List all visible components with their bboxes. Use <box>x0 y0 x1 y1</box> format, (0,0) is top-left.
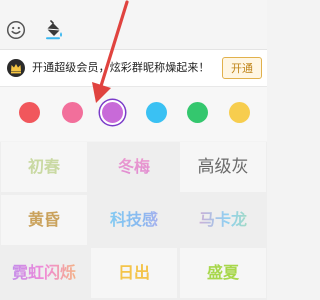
color-nickname-panel: 开通超级会员，炫彩群昵称燥起来！ 开通 初春 冬梅 高级灰 黄昏 科技感 马卡龙… <box>0 0 267 300</box>
emoji-icon[interactable] <box>6 20 26 40</box>
swatch-blue[interactable] <box>146 102 167 123</box>
swatch-pink[interactable] <box>62 102 83 123</box>
nickname-style-grid: 初春 冬梅 高级灰 黄昏 科技感 马卡龙 霓虹闪烁 日出 盛夏 <box>0 142 267 300</box>
swatch-yellow[interactable] <box>229 102 250 123</box>
style-makalong[interactable]: 马卡龙 <box>180 195 266 245</box>
style-shengxia[interactable]: 盛夏 <box>180 248 266 298</box>
swatch-purple[interactable] <box>100 100 125 125</box>
vip-banner[interactable]: 开通超级会员，炫彩群昵称燥起来！ 开通 <box>0 50 267 86</box>
open-vip-button[interactable]: 开通 <box>222 57 262 79</box>
toolbar <box>0 0 267 50</box>
swatch-green[interactable] <box>187 102 208 123</box>
style-huanghun[interactable]: 黄昏 <box>1 195 87 245</box>
style-chuchun[interactable]: 初春 <box>1 142 87 192</box>
vip-banner-text: 开通超级会员，炫彩群昵称燥起来！ <box>32 61 210 74</box>
swatch-red[interactable] <box>19 102 40 123</box>
style-gaojihui[interactable]: 高级灰 <box>180 142 266 192</box>
crown-icon <box>7 59 25 77</box>
style-richu[interactable]: 日出 <box>91 248 177 298</box>
style-kejigan[interactable]: 科技感 <box>91 195 177 245</box>
style-nihongshanshuo[interactable]: 霓虹闪烁 <box>1 248 87 298</box>
paint-bucket-icon[interactable] <box>44 20 64 40</box>
color-swatch-row <box>0 87 267 141</box>
style-dongmei[interactable]: 冬梅 <box>91 142 177 192</box>
